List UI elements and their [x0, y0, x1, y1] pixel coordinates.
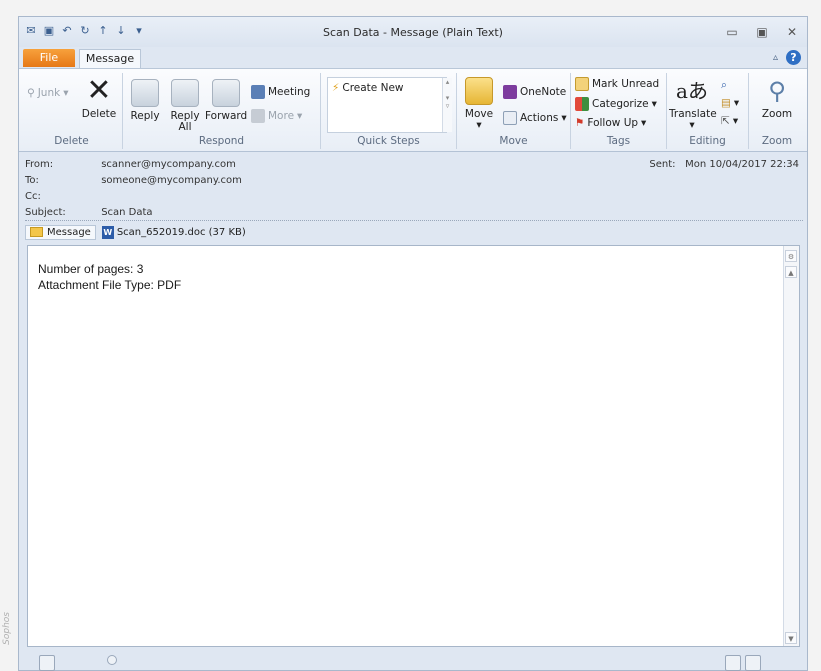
group-editing: aあ Translate ▾ ⌕ ▤ ▾ ⇱ ▾ Editing [667, 73, 749, 149]
message-body[interactable]: Number of pages: 3 Attachment File Type:… [27, 245, 800, 647]
actions-button[interactable]: Actions ▾ [503, 111, 567, 125]
message-window: ✉ ▣ ↶ ↻ ↑ ↓ ▾ Scan Data - Message (Plain… [18, 16, 808, 671]
categorize-icon [575, 97, 589, 111]
envelope-icon [30, 227, 43, 237]
ribbon: ⚲ Junk ▾ ✕ Delete Delete Reply Reply All … [19, 68, 807, 152]
follow-up-button[interactable]: ⚑ Follow Up ▾ [575, 117, 646, 129]
window-controls: ▭ ▣ ✕ [725, 25, 799, 39]
group-delete: ⚲ Junk ▾ ✕ Delete Delete [21, 73, 123, 149]
from-row: From: scanner@mycompany.com [25, 159, 236, 170]
group-label-zoom: Zoom [761, 135, 793, 147]
status-dot-icon [107, 655, 117, 665]
quick-steps-scroll[interactable]: ▴ ▾ ▿ [442, 78, 452, 132]
to-value[interactable]: someone@mycompany.com [101, 175, 242, 186]
view-reading-icon[interactable] [745, 655, 761, 671]
tab-file[interactable]: File [23, 49, 75, 67]
attachment-bar: Message W Scan_652019.doc (37 KB) [25, 223, 246, 241]
group-label-quick-steps: Quick Steps [357, 135, 420, 147]
group-zoom: ⚲ Zoom Zoom [749, 73, 805, 149]
group-label-respond: Respond [198, 135, 245, 147]
message-tab-button[interactable]: Message [25, 224, 96, 240]
help-area: ▵ ? [773, 50, 801, 65]
scroll-up-icon[interactable]: ▲ [785, 266, 797, 278]
forward-icon [212, 79, 240, 107]
delete-button[interactable]: ✕ Delete [79, 73, 119, 120]
meeting-button[interactable]: Meeting [251, 85, 310, 99]
create-new-button[interactable]: ⚡ Create New [332, 82, 404, 94]
attachment-file[interactable]: W Scan_652019.doc (37 KB) [101, 225, 246, 239]
junk-icon: ⚲ [27, 87, 35, 99]
more-icon [251, 109, 265, 123]
close-icon[interactable]: ✕ [785, 25, 799, 39]
group-label-delete: Delete [54, 135, 89, 147]
minimize-ribbon-icon[interactable]: ▵ [773, 52, 778, 63]
scroll-settings-icon[interactable]: ⚙ [785, 250, 797, 262]
group-label-tags: Tags [606, 135, 631, 147]
help-icon[interactable]: ? [786, 50, 801, 65]
junk-button[interactable]: ⚲ Junk ▾ [27, 87, 68, 99]
forward-button[interactable]: Forward [205, 79, 247, 122]
group-label-editing: Editing [689, 135, 726, 147]
flag-icon: ⚑ [575, 117, 585, 129]
title-bar: ✉ ▣ ↶ ↻ ↑ ↓ ▾ Scan Data - Message (Plain… [19, 17, 807, 47]
subject-row: Subject: Scan Data [25, 207, 153, 218]
sent-value: Mon 10/04/2017 22:34 [685, 159, 799, 170]
subject-value: Scan Data [101, 207, 153, 218]
move-folder-icon [465, 77, 493, 105]
find-icon[interactable]: ⌕ [721, 79, 727, 92]
body-line-type: Attachment File Type: PDF [38, 278, 182, 292]
group-label-move: Move [499, 135, 528, 147]
translate-button[interactable]: aあ Translate ▾ [669, 77, 717, 131]
view-normal-icon[interactable] [725, 655, 741, 671]
actions-icon [503, 111, 517, 125]
quick-steps-gallery[interactable]: ⚡ Create New ▴ ▾ ▿ [327, 77, 452, 133]
header-divider [25, 220, 803, 221]
group-move: Move ▾ OneNote Actions ▾ Move [457, 73, 571, 149]
onenote-icon [503, 85, 517, 99]
to-row: To: someone@mycompany.com [25, 175, 242, 186]
reply-button[interactable]: Reply [127, 79, 163, 122]
categorize-button[interactable]: Categorize ▾ [575, 97, 657, 111]
move-button[interactable]: Move ▾ [461, 77, 497, 131]
related-icon[interactable]: ▤ ▾ [721, 97, 739, 109]
delete-x-icon: ✕ [86, 73, 112, 108]
onenote-button[interactable]: OneNote [503, 85, 566, 99]
message-header: From: scanner@mycompany.com To: someone@… [25, 153, 803, 223]
tab-message[interactable]: Message [79, 49, 141, 69]
people-pane-icon[interactable] [39, 655, 55, 671]
mark-unread-button[interactable]: Mark Unread [575, 77, 659, 91]
translate-icon: aあ [676, 79, 708, 103]
magnifier-icon: ⚲ [768, 77, 786, 105]
from-value[interactable]: scanner@mycompany.com [101, 159, 236, 170]
vertical-scrollbar[interactable]: ⚙ ▲ ▼ [783, 246, 799, 646]
watermark: Sophos [2, 612, 12, 645]
reply-all-icon [171, 79, 199, 107]
window-title: Scan Data - Message (Plain Text) [323, 26, 503, 39]
zoom-button[interactable]: ⚲ Zoom [755, 77, 799, 120]
group-quick-steps: ⚡ Create New ▴ ▾ ▿ Quick Steps [321, 73, 457, 149]
lightning-icon: ⚡ [332, 82, 340, 94]
minimize-icon[interactable]: ▭ [725, 25, 739, 39]
mark-unread-icon [575, 77, 589, 91]
sent-row: Sent: Mon 10/04/2017 22:34 [649, 159, 799, 170]
body-line-pages: Number of pages: 3 [38, 262, 144, 276]
group-respond: Reply Reply All Forward Meeting More ▾ Re… [123, 73, 321, 149]
maximize-icon[interactable]: ▣ [755, 25, 769, 39]
ribbon-tabs: File Message ▵ ? [19, 47, 807, 69]
scroll-down-icon[interactable]: ▼ [785, 632, 797, 644]
word-document-icon: W [101, 225, 114, 239]
more-button[interactable]: More ▾ [251, 109, 302, 123]
group-tags: Mark Unread Categorize ▾ ⚑ Follow Up ▾ Tag… [571, 73, 667, 149]
reply-icon [131, 79, 159, 107]
select-icon[interactable]: ⇱ ▾ [721, 115, 738, 127]
reply-all-button[interactable]: Reply All [167, 79, 203, 133]
meeting-icon [251, 85, 265, 99]
status-bar [25, 653, 803, 671]
cc-row: Cc: [25, 191, 41, 202]
